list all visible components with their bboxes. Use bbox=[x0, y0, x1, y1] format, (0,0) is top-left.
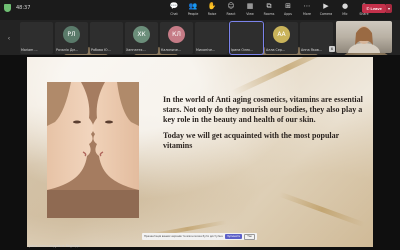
participant-tile[interactable]: Рябова Ю... bbox=[90, 22, 202, 183]
people-icon: 👥 bbox=[188, 2, 198, 10]
presenter-name: Ірина Олександрівна Ведмідь bbox=[28, 244, 80, 248]
participant-name: Рябова Ю... bbox=[91, 48, 111, 52]
toolbar-rooms-button[interactable]: ⧉ Rooms bbox=[261, 1, 277, 19]
meeting-timer: 48:37 bbox=[16, 5, 31, 11]
meeting-status: 48:37 bbox=[4, 4, 30, 12]
toolbar-label: React bbox=[226, 12, 236, 16]
shield-icon bbox=[4, 4, 11, 12]
more-participants-badge[interactable]: 6 bbox=[329, 46, 335, 52]
toolbar-camera-button[interactable]: ▶ Camera bbox=[318, 1, 334, 19]
toolbar-label: Chat bbox=[170, 12, 178, 16]
slide-paragraph-1: In the world of Anti aging cosmetics, vi… bbox=[163, 95, 363, 124]
self-video[interactable] bbox=[336, 21, 392, 53]
participant-tile[interactable]: РЛ Розалія Дм... bbox=[55, 22, 88, 54]
apps-icon: ⊞ bbox=[285, 2, 291, 10]
leave-options-chevron-icon[interactable]: ▾ bbox=[386, 4, 392, 13]
participant-tile[interactable]: ХК Ханнатех... bbox=[125, 22, 158, 54]
faces-illustration bbox=[47, 82, 139, 218]
participant-strip: ‹ Mariam ... РЛ Розалія Дм... Рябова Ю... ХК… bbox=[0, 20, 400, 183]
toolbar-mic-button[interactable]: ● Mic bbox=[337, 1, 353, 19]
leave-label: Leave bbox=[370, 6, 382, 11]
dismiss-notice-button[interactable]: Так bbox=[244, 233, 255, 240]
participant-name: Алла Сер... bbox=[266, 48, 286, 52]
participant-name: Анна Яков... bbox=[301, 48, 323, 52]
participant-name: Mariam ... bbox=[21, 48, 38, 52]
chevron-left-icon[interactable]: ‹ bbox=[8, 36, 10, 42]
meeting-toolbar: 48:37 💬 Chat 👥 People ✋ Raise ☺ React ▦ View ⧉ Room… bbox=[0, 0, 400, 20]
toolbar-label: Apps bbox=[284, 12, 292, 16]
toolbar-apps-button[interactable]: ⊞ Apps bbox=[280, 1, 296, 19]
toolbar-raise-hand-button[interactable]: ✋ Raise bbox=[204, 1, 220, 19]
toolbar-label: Rooms bbox=[263, 12, 275, 16]
participant-name: Калиниче... bbox=[161, 48, 182, 52]
raise-hand-icon: ✋ bbox=[207, 2, 217, 10]
avatar: АА bbox=[273, 26, 290, 43]
avatar: КЛ bbox=[168, 26, 185, 43]
toolbar-label: Raise bbox=[207, 12, 217, 16]
participant-tiles: Mariam ... РЛ Розалія Дм... Рябова Ю... ХК Ха… bbox=[20, 21, 400, 183]
avatar: ХК bbox=[133, 26, 150, 43]
toolbar-label: View bbox=[246, 12, 254, 16]
camera-icon: ▶ bbox=[323, 2, 329, 10]
participant-name: Ханнатех... bbox=[126, 48, 146, 52]
rooms-icon: ⧉ bbox=[266, 2, 272, 10]
toolbar-more-button[interactable]: ⋯ More bbox=[299, 1, 315, 19]
stop-sharing-button[interactable]: Зупинити bbox=[225, 234, 243, 239]
participant-tile[interactable]: Миханіче... bbox=[195, 22, 307, 183]
more-icon: ⋯ bbox=[303, 2, 311, 10]
view-icon: ▦ bbox=[246, 2, 254, 10]
toolbar-label: Mic bbox=[342, 12, 348, 16]
sharing-notice: Презентація ваших екранів та вікон може … bbox=[142, 233, 257, 240]
slide-text: In the world of Anti aging cosmetics, vi… bbox=[163, 95, 363, 151]
faces-image bbox=[47, 82, 139, 218]
toolbar-people-button[interactable]: 👥 People bbox=[185, 1, 201, 19]
leave-button[interactable]: ✆ Leave bbox=[362, 4, 386, 13]
phone-icon: ✆ bbox=[366, 6, 370, 11]
participant-name: Ірина Олек... bbox=[231, 48, 254, 52]
toolbar-chat-button[interactable]: 💬 Chat bbox=[166, 1, 182, 19]
shared-screen: In the world of Anti aging cosmetics, vi… bbox=[0, 55, 400, 250]
participant-tile[interactable]: АА Алла Сер... bbox=[265, 22, 298, 54]
presentation-slide: In the world of Anti aging cosmetics, vi… bbox=[27, 57, 373, 247]
self-video-image bbox=[348, 26, 380, 53]
slide-paragraph-2: Today we will get acquainted with the mo… bbox=[163, 131, 340, 150]
avatar: РЛ bbox=[63, 26, 80, 43]
react-icon: ☺ bbox=[227, 2, 235, 10]
chat-icon: 💬 bbox=[169, 2, 179, 10]
toolbar-label: People bbox=[187, 12, 199, 16]
sharing-notice-text: Презентація ваших екранів та вікон може … bbox=[144, 235, 223, 238]
toolbar-view-button[interactable]: ▦ View bbox=[242, 1, 258, 19]
participant-tile[interactable]: Mariam ... bbox=[20, 22, 132, 183]
participant-tile[interactable]: Ірина Олек... bbox=[229, 21, 342, 183]
participant-tile[interactable]: КЛ Калиниче... bbox=[160, 22, 193, 54]
toolbar-buttons: 💬 Chat 👥 People ✋ Raise ☺ React ▦ View ⧉ Rooms ⊞ Apps… bbox=[166, 1, 372, 19]
toolbar-react-button[interactable]: ☺ React bbox=[223, 1, 239, 19]
participant-name: Миханіче... bbox=[196, 48, 216, 52]
participant-name: Розалія Дм... bbox=[56, 48, 79, 52]
toolbar-label: Camera bbox=[319, 12, 333, 16]
toolbar-label: More bbox=[303, 12, 311, 16]
mic-icon: ● bbox=[341, 2, 349, 10]
